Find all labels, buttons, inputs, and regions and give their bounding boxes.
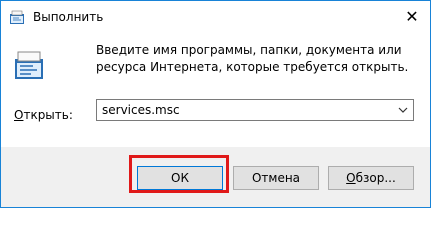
run-dialog-window: Выполнить ✕ Введите имя программы, папки… — [0, 0, 431, 208]
close-icon: ✕ — [405, 7, 419, 26]
browse-button[interactable]: Обзор... — [328, 166, 414, 190]
chevron-down-icon[interactable] — [397, 104, 409, 116]
window-title: Выполнить — [33, 10, 104, 24]
open-label: Открыть: — [14, 107, 73, 123]
browse-accesskey: О — [346, 171, 356, 185]
cancel-button[interactable]: Отмена — [233, 166, 319, 190]
command-combobox[interactable]: services.msc — [96, 99, 414, 121]
ok-button-label: ОК — [171, 171, 189, 185]
open-label-text: ткрыть: — [23, 108, 73, 122]
command-input[interactable]: services.msc — [102, 102, 180, 118]
dialog-body: Введите имя программы, папки, документа … — [1, 32, 430, 147]
run-large-icon — [15, 51, 43, 79]
run-icon — [10, 10, 24, 24]
instruction-text: Введите имя программы, папки, документа … — [96, 43, 409, 74]
cancel-button-label: Отмена — [251, 171, 301, 185]
button-bar: ОК Отмена Обзор... — [1, 147, 430, 207]
close-button[interactable]: ✕ — [400, 5, 424, 29]
title-bar[interactable]: Выполнить ✕ — [1, 1, 430, 32]
browse-button-label: бзор... — [355, 171, 396, 185]
ok-button[interactable]: ОК — [137, 166, 223, 190]
